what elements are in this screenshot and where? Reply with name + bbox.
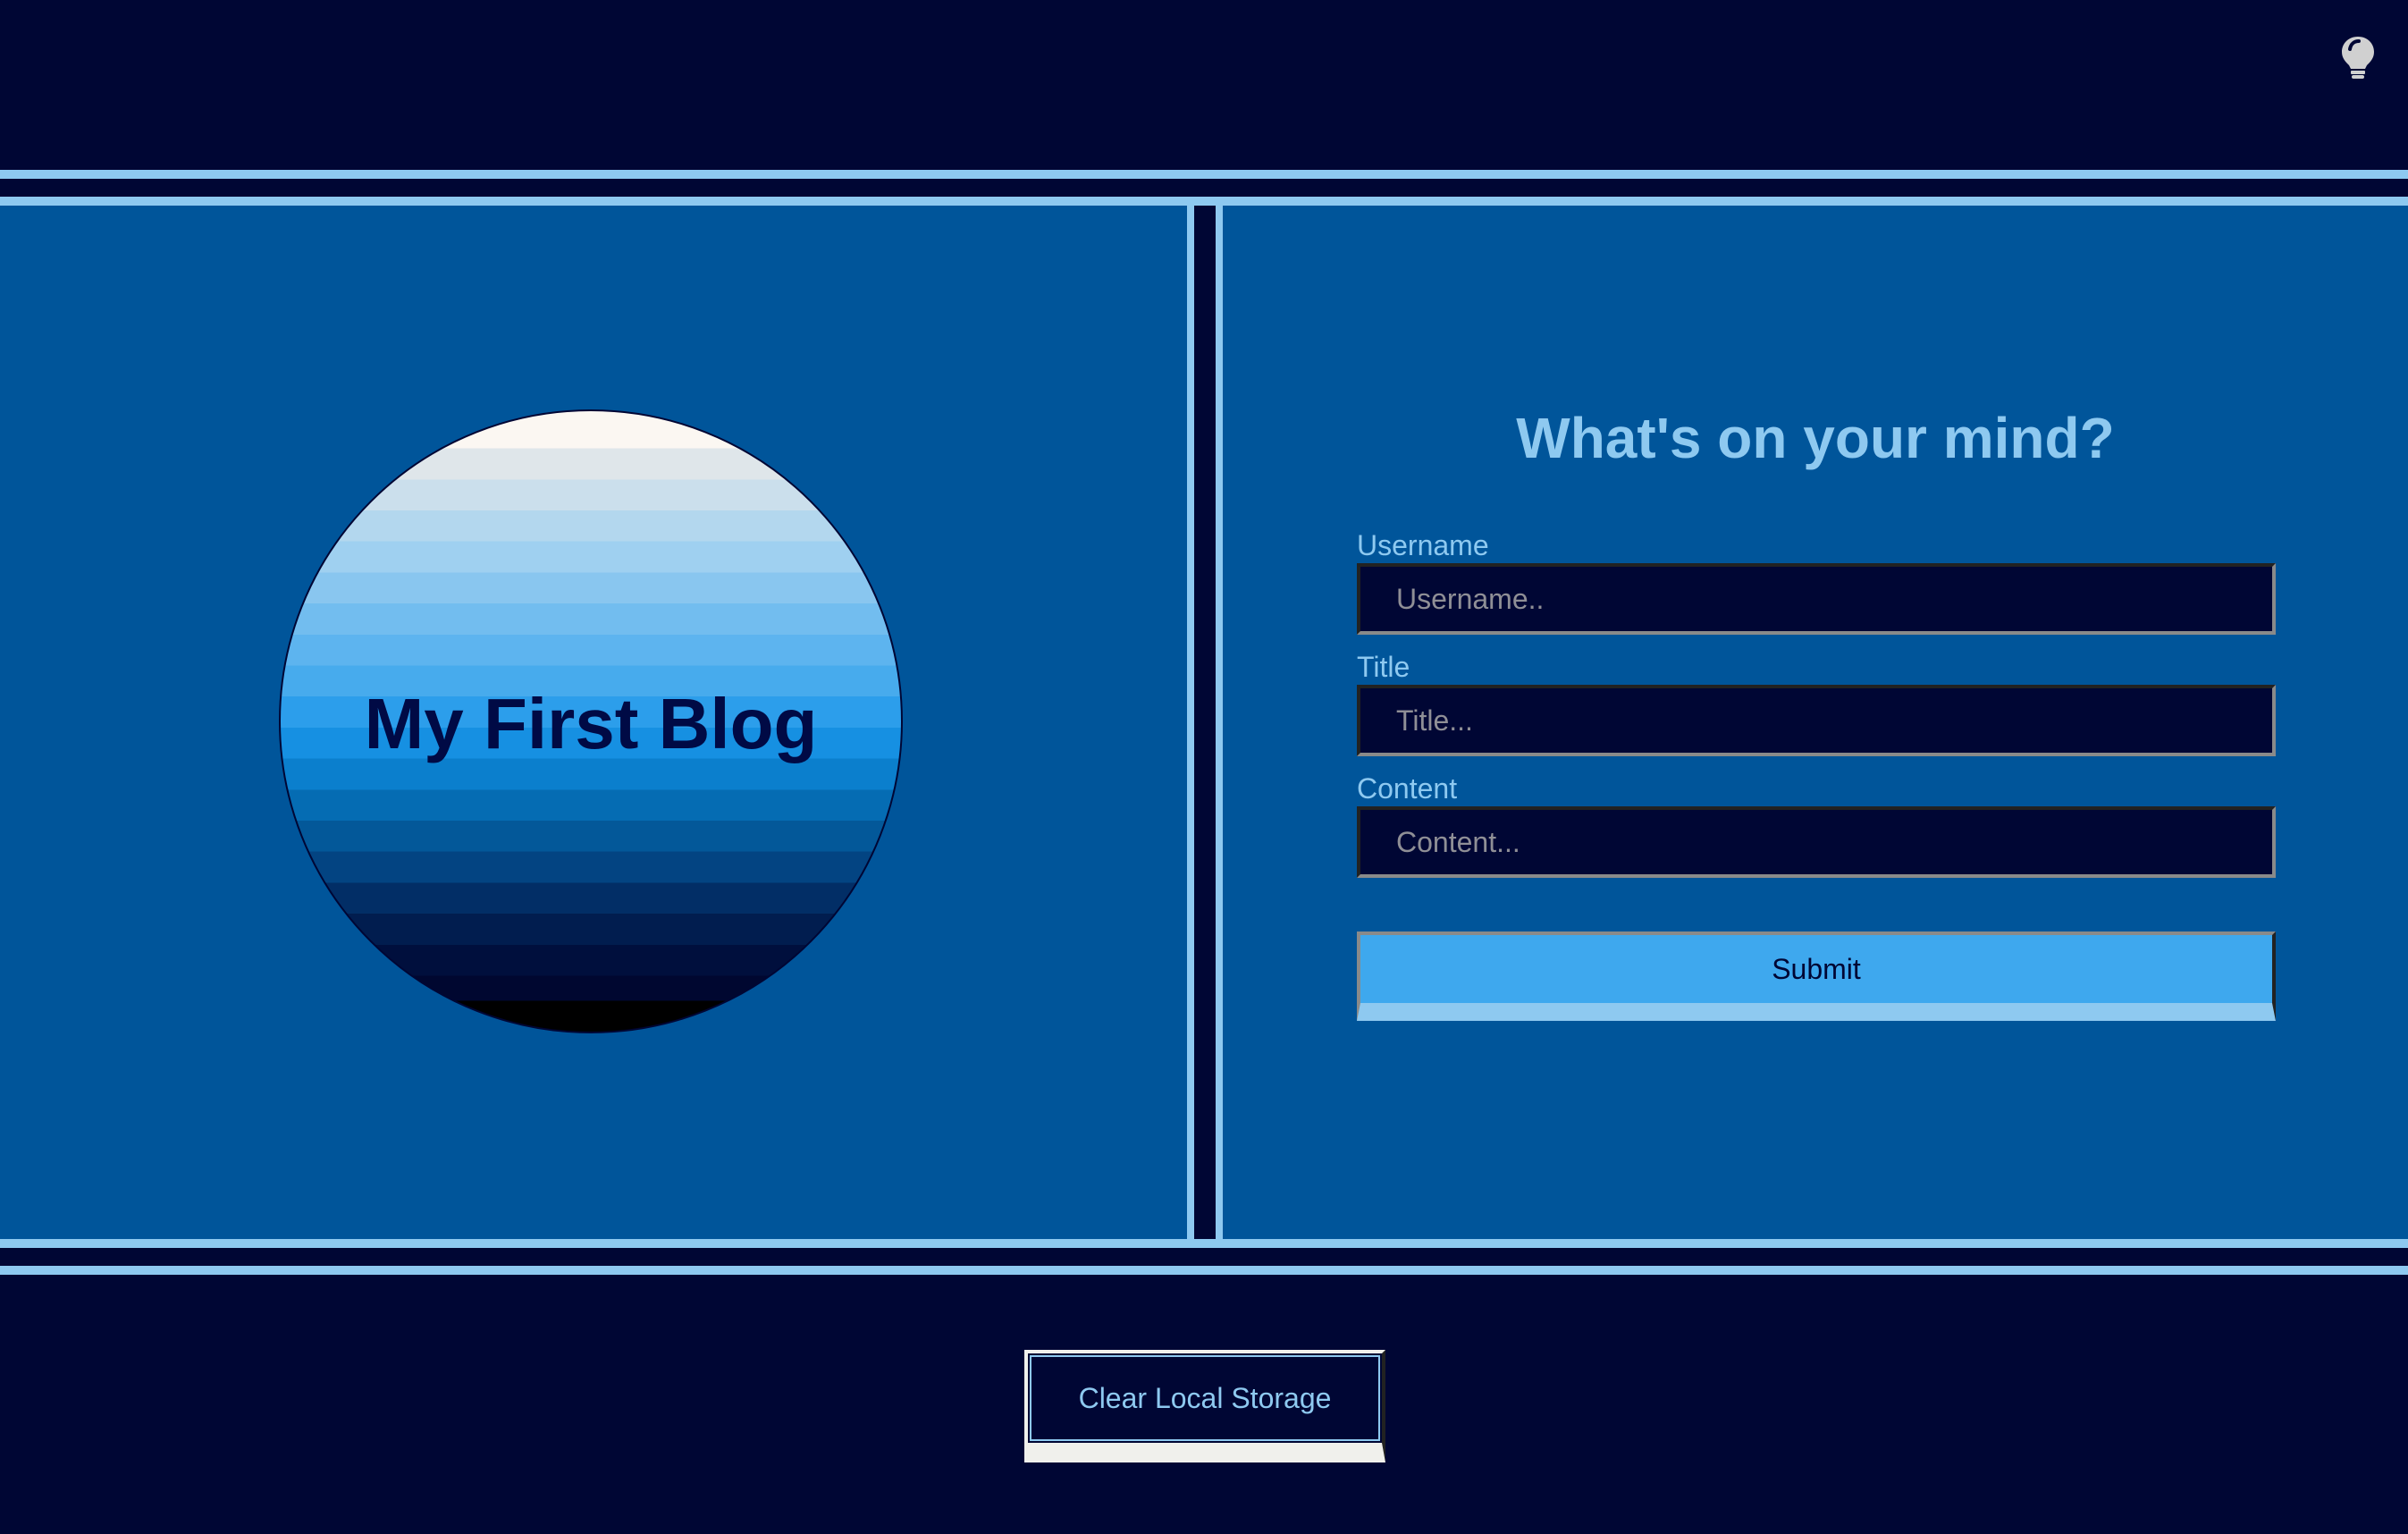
username-input[interactable] bbox=[1357, 563, 2276, 635]
divider-vertical-2 bbox=[1216, 206, 1223, 1239]
title-input[interactable] bbox=[1357, 685, 2276, 756]
title-label: Title bbox=[1357, 651, 1410, 683]
username-label: Username bbox=[1357, 529, 1489, 561]
content-label: Content bbox=[1357, 772, 1458, 805]
lightbulb-icon bbox=[2342, 37, 2374, 79]
blog-title: My First Blog bbox=[364, 684, 818, 763]
divider-bottom-1 bbox=[0, 1239, 2408, 1248]
submit-button[interactable]: Submit bbox=[1357, 931, 2276, 1021]
form-heading: What's on your mind? bbox=[1516, 406, 2115, 470]
theme-toggle-button[interactable] bbox=[2333, 30, 2383, 86]
main-content: My First Blog What's on your mind? Usern… bbox=[0, 206, 2408, 1239]
content-input[interactable] bbox=[1357, 806, 2276, 878]
clear-local-storage-button[interactable]: Clear Local Storage bbox=[1024, 1350, 1385, 1462]
divider-vertical-1 bbox=[1187, 206, 1194, 1239]
divider-bottom-2 bbox=[0, 1266, 2408, 1275]
divider-top-1 bbox=[0, 170, 2408, 179]
divider-top-2 bbox=[0, 197, 2408, 206]
header bbox=[0, 0, 2408, 170]
